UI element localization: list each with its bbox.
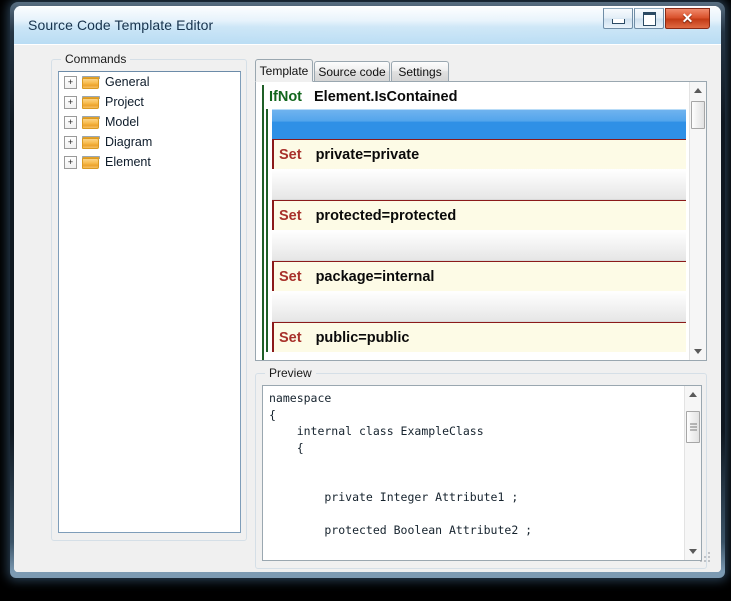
- template-row-set-protected[interactable]: Set protected=protected: [272, 200, 686, 230]
- template-row-set-public[interactable]: Set public=public: [272, 322, 686, 352]
- keyword-set: Set: [279, 268, 302, 285]
- tree-item-label: General: [105, 75, 150, 89]
- expand-plus-icon[interactable]: +: [64, 155, 77, 169]
- scrollbar-thumb[interactable]: [686, 411, 700, 443]
- expand-plus-icon[interactable]: +: [64, 95, 77, 109]
- template-row-set-private[interactable]: Set private=private: [272, 139, 686, 169]
- folder-icon: [82, 75, 100, 89]
- close-button[interactable]: ✕: [665, 8, 710, 29]
- commands-group-label: Commands: [61, 52, 131, 66]
- set-expression: private=private: [315, 146, 420, 163]
- expand-plus-icon[interactable]: +: [64, 75, 77, 89]
- template-row-selected[interactable]: [272, 109, 686, 139]
- chevron-down-icon: [694, 349, 702, 354]
- editor-tab-panel: Template Source code Settings IfNot Elem…: [255, 59, 707, 361]
- tree-item-element[interactable]: + Element: [59, 152, 240, 172]
- preview-group-box: Preview namespace { internal class Examp…: [255, 366, 707, 569]
- template-editor-pane[interactable]: IfNot Element.IsContained Set private=pr…: [255, 81, 707, 361]
- maximize-icon: [635, 9, 663, 28]
- tree-item-label: Project: [105, 95, 144, 109]
- tab-strip: Template Source code Settings: [255, 59, 707, 82]
- tree-item-label: Model: [105, 115, 140, 129]
- set-expression: package=internal: [315, 268, 435, 285]
- close-icon: ✕: [681, 10, 694, 26]
- minimize-button[interactable]: [603, 8, 633, 29]
- tree-item-label: Element: [105, 155, 151, 169]
- resize-grip-icon[interactable]: [698, 550, 710, 562]
- tab-source-code[interactable]: Source code: [314, 61, 390, 81]
- scrollbar-thumb[interactable]: [691, 101, 705, 129]
- scroll-up-button[interactable]: [685, 386, 701, 403]
- template-nested-block: Set private=private Set protected=protec…: [266, 109, 686, 352]
- tree-item-model[interactable]: + Model: [59, 112, 240, 132]
- expand-plus-icon[interactable]: +: [64, 115, 77, 129]
- window-title: Source Code Template Editor: [28, 17, 214, 33]
- ifnot-expression: Element.IsContained: [314, 89, 458, 105]
- dialog-window: Source Code Template Editor ✕ Commands +: [14, 6, 721, 572]
- template-row-ifnot[interactable]: IfNot Element.IsContained: [262, 85, 686, 109]
- preview-vertical-scrollbar[interactable]: [684, 386, 701, 560]
- chevron-up-icon: [694, 88, 702, 93]
- commands-group-box: Commands + General + Project + Model + D…: [51, 52, 247, 541]
- set-expression: public=public: [315, 329, 410, 346]
- scroll-up-button[interactable]: [690, 82, 706, 99]
- dialog-client-area: Commands + General + Project + Model + D…: [14, 44, 721, 572]
- preview-code-text: namespace { internal class ExampleClass …: [269, 391, 533, 537]
- template-rows-viewport: IfNot Element.IsContained Set private=pr…: [257, 83, 688, 360]
- template-row-gap[interactable]: [272, 230, 686, 261]
- tab-template[interactable]: Template: [255, 59, 313, 82]
- scroll-down-button[interactable]: [690, 343, 706, 360]
- preview-group-label: Preview: [265, 366, 316, 380]
- template-row-list: IfNot Element.IsContained Set private=pr…: [262, 85, 686, 352]
- set-expression: protected=protected: [315, 207, 457, 224]
- tree-item-label: Diagram: [105, 135, 153, 149]
- template-vertical-scrollbar[interactable]: [689, 82, 706, 360]
- keyword-set: Set: [279, 146, 302, 163]
- commands-tree-view[interactable]: + General + Project + Model + Diagram + …: [58, 71, 241, 533]
- folder-icon: [82, 95, 100, 109]
- folder-icon: [82, 155, 100, 169]
- preview-code-box[interactable]: namespace { internal class ExampleClass …: [262, 385, 702, 561]
- chevron-up-icon: [689, 392, 697, 397]
- keyword-set: Set: [279, 207, 302, 224]
- expand-plus-icon[interactable]: +: [64, 135, 77, 149]
- scrollbar-grip-icon: [690, 423, 697, 431]
- folder-icon: [82, 115, 100, 129]
- template-row-gap[interactable]: [272, 291, 686, 322]
- tab-settings[interactable]: Settings: [391, 61, 449, 81]
- template-row-set-package[interactable]: Set package=internal: [272, 261, 686, 291]
- maximize-button[interactable]: [634, 8, 664, 29]
- template-row-gap[interactable]: [272, 169, 686, 200]
- tree-item-general[interactable]: + General: [59, 72, 240, 92]
- tree-item-diagram[interactable]: + Diagram: [59, 132, 240, 152]
- keyword-ifnot: IfNot: [269, 89, 303, 105]
- desktop-background: Source Code Template Editor ✕ Commands +: [0, 0, 731, 601]
- keyword-set: Set: [279, 329, 302, 346]
- folder-icon: [82, 135, 100, 149]
- chevron-down-icon: [689, 549, 697, 554]
- minimize-icon: [604, 9, 632, 28]
- title-bar: Source Code Template Editor ✕: [14, 6, 721, 45]
- tree-item-project[interactable]: + Project: [59, 92, 240, 112]
